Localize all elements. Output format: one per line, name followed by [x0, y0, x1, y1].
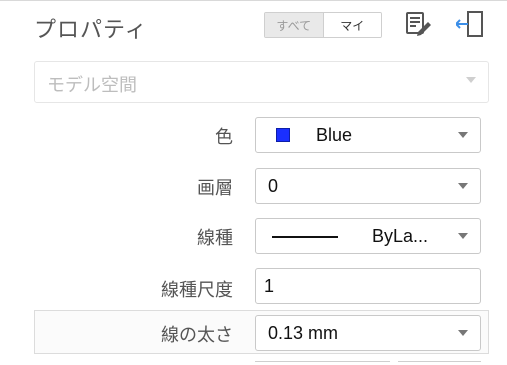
color-swatch-icon: [276, 128, 290, 142]
chevron-down-icon: [466, 77, 476, 83]
chevron-down-icon: [458, 183, 468, 189]
property-label-color: 色: [215, 127, 233, 148]
properties-panel: プロパティ すべて マイ モデル空間 色 Blue 画層 0 線種 ByLa..…: [0, 0, 507, 365]
chevron-down-icon: [458, 132, 468, 138]
top-border: [0, 0, 507, 1]
next-row-hint-right: [398, 361, 481, 365]
filter-my-button[interactable]: マイ: [323, 13, 381, 37]
lineweight-value: 0.13 mm: [268, 323, 339, 343]
property-label-layer: 画層: [197, 178, 233, 199]
chevron-down-icon: [458, 233, 468, 239]
layer-value: 0: [268, 176, 279, 196]
linetype-scale-value: 1: [264, 276, 275, 296]
filter-segmented-control: すべて マイ: [264, 12, 382, 38]
space-selector-label: モデル空間: [47, 75, 137, 96]
space-selector-dropdown[interactable]: モデル空間: [34, 61, 489, 103]
color-value: Blue: [316, 125, 353, 145]
property-label-linetype: 線種: [197, 228, 233, 249]
linetype-dropdown[interactable]: ByLa...: [255, 218, 481, 254]
linetype-scale-input[interactable]: 1: [255, 268, 481, 304]
color-dropdown[interactable]: Blue: [255, 117, 481, 153]
lineweight-dropdown[interactable]: 0.13 mm: [255, 315, 481, 351]
property-label-linetype-scale: 線種尺度: [161, 280, 233, 301]
chevron-down-icon: [458, 330, 468, 336]
linetype-sample-icon: [272, 236, 338, 238]
next-row-hint-left: [255, 361, 390, 365]
layer-dropdown[interactable]: 0: [255, 168, 481, 204]
edit-properties-icon[interactable]: [404, 10, 432, 38]
panel-title: プロパティ: [34, 18, 148, 43]
property-label-lineweight: 線の太さ: [161, 325, 233, 346]
filter-all-button[interactable]: すべて: [265, 13, 324, 37]
linetype-value: ByLa...: [372, 226, 429, 246]
dock-panel-icon[interactable]: [454, 10, 486, 38]
